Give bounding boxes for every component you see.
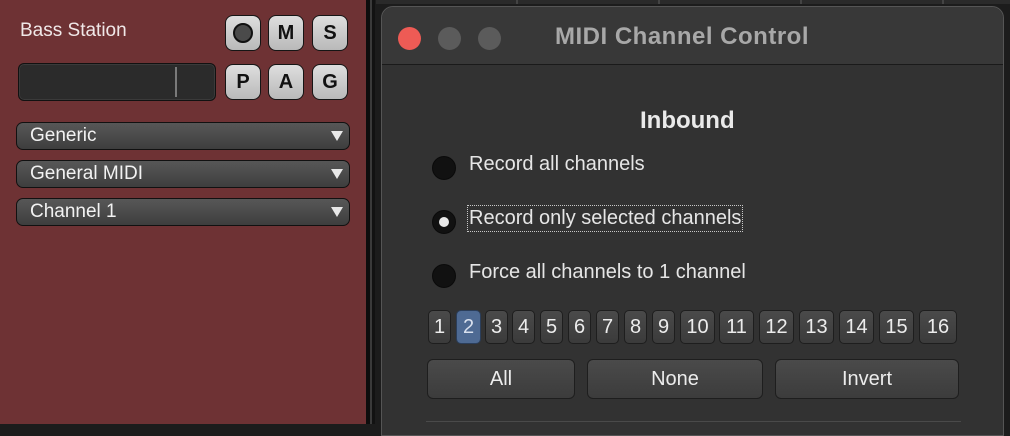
- channel-toggle-10[interactable]: 10: [680, 310, 715, 344]
- channel-dropdown[interactable]: Channel 1: [16, 198, 350, 226]
- chevron-down-icon: [331, 131, 343, 141]
- window-title: MIDI Channel Control: [555, 23, 809, 50]
- track-name[interactable]: Bass Station: [20, 20, 127, 42]
- record-icon: [233, 23, 253, 43]
- playlist-button[interactable]: P: [225, 64, 261, 100]
- patch-list-dropdown-value: General MIDI: [30, 163, 143, 184]
- mute-button[interactable]: M: [268, 15, 304, 51]
- channel-toggle-8[interactable]: 8: [624, 310, 647, 344]
- channel-toggle-1[interactable]: 1: [428, 310, 451, 344]
- channel-toggle-2[interactable]: 2: [456, 310, 481, 344]
- channel-toggle-16[interactable]: 16: [919, 310, 957, 344]
- chevron-down-icon: [331, 207, 343, 217]
- invert-selection-button[interactable]: Invert: [775, 359, 959, 399]
- radio-button[interactable]: [432, 156, 456, 180]
- channel-dropdown-value: Channel 1: [30, 201, 117, 222]
- channel-toggle-13[interactable]: 13: [799, 310, 834, 344]
- channel-toggle-14[interactable]: 14: [839, 310, 874, 344]
- timeline-ruler: [376, 0, 1010, 4]
- channel-toggle-4[interactable]: 4: [512, 310, 535, 344]
- group-button[interactable]: G: [312, 64, 348, 100]
- radio-label[interactable]: Force all channels to 1 channel: [469, 261, 746, 284]
- zoom-window-button[interactable]: [478, 27, 501, 50]
- midi-channel-control-window: MIDI Channel Control Inbound Record all …: [381, 6, 1004, 436]
- channel-toggle-3[interactable]: 3: [485, 310, 508, 344]
- instrument-dropdown-value: Generic: [30, 125, 97, 146]
- fader-handle[interactable]: [175, 67, 177, 97]
- volume-fader[interactable]: [18, 63, 216, 101]
- track-header[interactable]: Bass Station M S P A G Generic General M…: [0, 0, 366, 424]
- channel-toggle-15[interactable]: 15: [879, 310, 914, 344]
- record-arm-button[interactable]: [225, 15, 261, 51]
- channel-toggle-7[interactable]: 7: [596, 310, 619, 344]
- channel-toggle-5[interactable]: 5: [540, 310, 563, 344]
- close-window-button[interactable]: [398, 27, 421, 50]
- instrument-dropdown[interactable]: Generic: [16, 122, 350, 150]
- radio-label[interactable]: Record all channels: [469, 153, 645, 176]
- channel-toggle-6[interactable]: 6: [568, 310, 591, 344]
- channel-toggle-11[interactable]: 11: [719, 310, 754, 344]
- radio-button-selected[interactable]: [432, 210, 456, 234]
- select-none-button[interactable]: None: [587, 359, 763, 399]
- patch-list-dropdown[interactable]: General MIDI: [16, 160, 350, 188]
- automation-button[interactable]: A: [268, 64, 304, 100]
- channel-toggle-12[interactable]: 12: [759, 310, 794, 344]
- channel-toggle-9[interactable]: 9: [652, 310, 675, 344]
- radio-label[interactable]: Record only selected channels: [466, 205, 744, 232]
- track-divider-shadow: [372, 0, 375, 424]
- window-titlebar[interactable]: MIDI Channel Control: [382, 7, 1003, 65]
- select-all-button[interactable]: All: [427, 359, 575, 399]
- radio-button[interactable]: [432, 264, 456, 288]
- minimize-window-button[interactable]: [438, 27, 461, 50]
- chevron-down-icon: [331, 169, 343, 179]
- section-divider: [426, 421, 961, 422]
- solo-button[interactable]: S: [312, 15, 348, 51]
- section-title: Inbound: [640, 107, 735, 134]
